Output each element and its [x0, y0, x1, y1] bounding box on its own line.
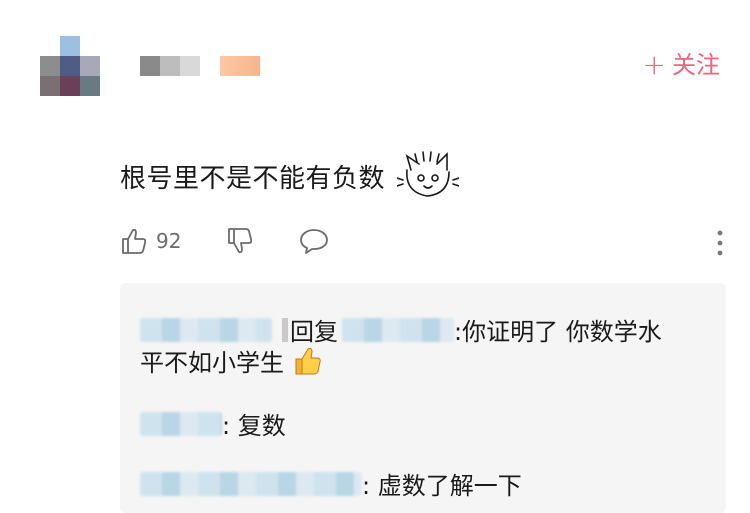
reply-target-username[interactable]: [342, 317, 454, 342]
reply-item[interactable]: 回复 :你证明了 你数学水: [140, 312, 662, 347]
comment-actions: 92: [120, 226, 730, 262]
reply-word: 回复: [290, 318, 338, 346]
reply-item[interactable]: : 虚数了解一下: [140, 466, 522, 501]
follow-label: 关注: [672, 51, 720, 79]
more-options-button[interactable]: [716, 230, 724, 256]
reply-username[interactable]: [140, 471, 362, 496]
thumbs-up-emoji-icon: [295, 347, 321, 374]
reply-username[interactable]: [140, 317, 272, 342]
avatar[interactable]: [40, 36, 100, 96]
more-vertical-icon: [717, 230, 723, 256]
reply-username[interactable]: [140, 411, 222, 436]
like-count: 92: [156, 229, 182, 253]
follow-button[interactable]: + 关注: [643, 50, 720, 80]
thumbs-down-icon: [228, 228, 253, 254]
cat-face-sticker-icon: [397, 151, 460, 197]
reply-text: : 复数: [222, 412, 286, 440]
like-button[interactable]: 92: [120, 226, 181, 256]
dislike-button[interactable]: [226, 226, 256, 256]
reply-item[interactable]: : 复数: [140, 406, 286, 441]
comment-body: 根号里不是不能有负数: [120, 148, 460, 204]
username[interactable]: [140, 56, 220, 76]
reply-text-continued: 平不如小学生: [140, 349, 284, 377]
comment-text: 根号里不是不能有负数: [120, 163, 386, 194]
reply-text: :你证明了 你数学水: [454, 318, 662, 346]
reply-text: : 虚数了解一下: [362, 472, 522, 500]
reply-button[interactable]: [298, 226, 330, 256]
comment-bubble-icon: [300, 229, 328, 254]
level-badge: [220, 56, 260, 76]
reply-item-continued[interactable]: 平不如小学生: [140, 343, 322, 378]
plus-icon: +: [642, 48, 666, 81]
thumbs-up-icon: [122, 228, 147, 254]
